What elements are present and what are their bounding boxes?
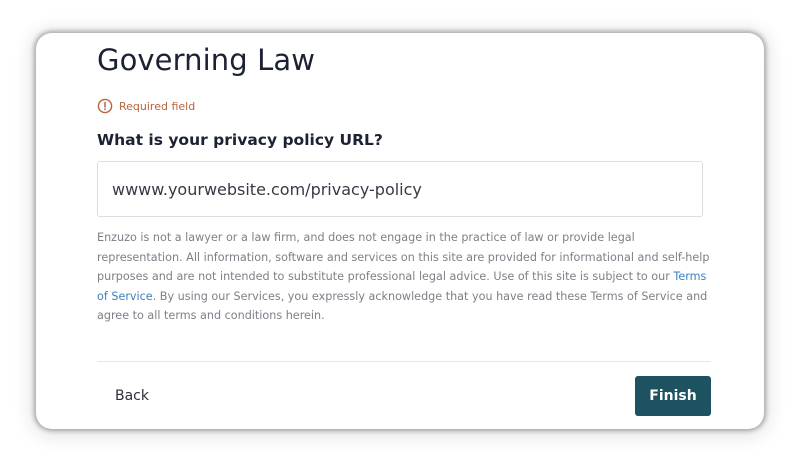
back-button[interactable]: Back [99, 376, 165, 416]
wizard-content: Governing Law Required field What is you… [97, 33, 711, 429]
required-field-note: Required field [97, 98, 195, 114]
finish-button[interactable]: Finish [635, 376, 711, 416]
disclaimer-text-end: . By using our Services, you expressly a… [97, 289, 708, 323]
wizard-card: Governing Law Required field What is you… [36, 33, 764, 429]
alert-circle-icon [97, 98, 113, 114]
question-label: What is your privacy policy URL? [97, 131, 383, 149]
required-field-label: Required field [119, 99, 196, 113]
disclaimer-text-start: Enzuzo is not a lawyer or a law firm, an… [97, 231, 710, 283]
footer-divider [97, 361, 711, 362]
page-title: Governing Law [97, 43, 316, 77]
legal-disclaimer: Enzuzo is not a lawyer or a law firm, an… [97, 228, 711, 326]
privacy-policy-url-input[interactable] [97, 161, 703, 217]
